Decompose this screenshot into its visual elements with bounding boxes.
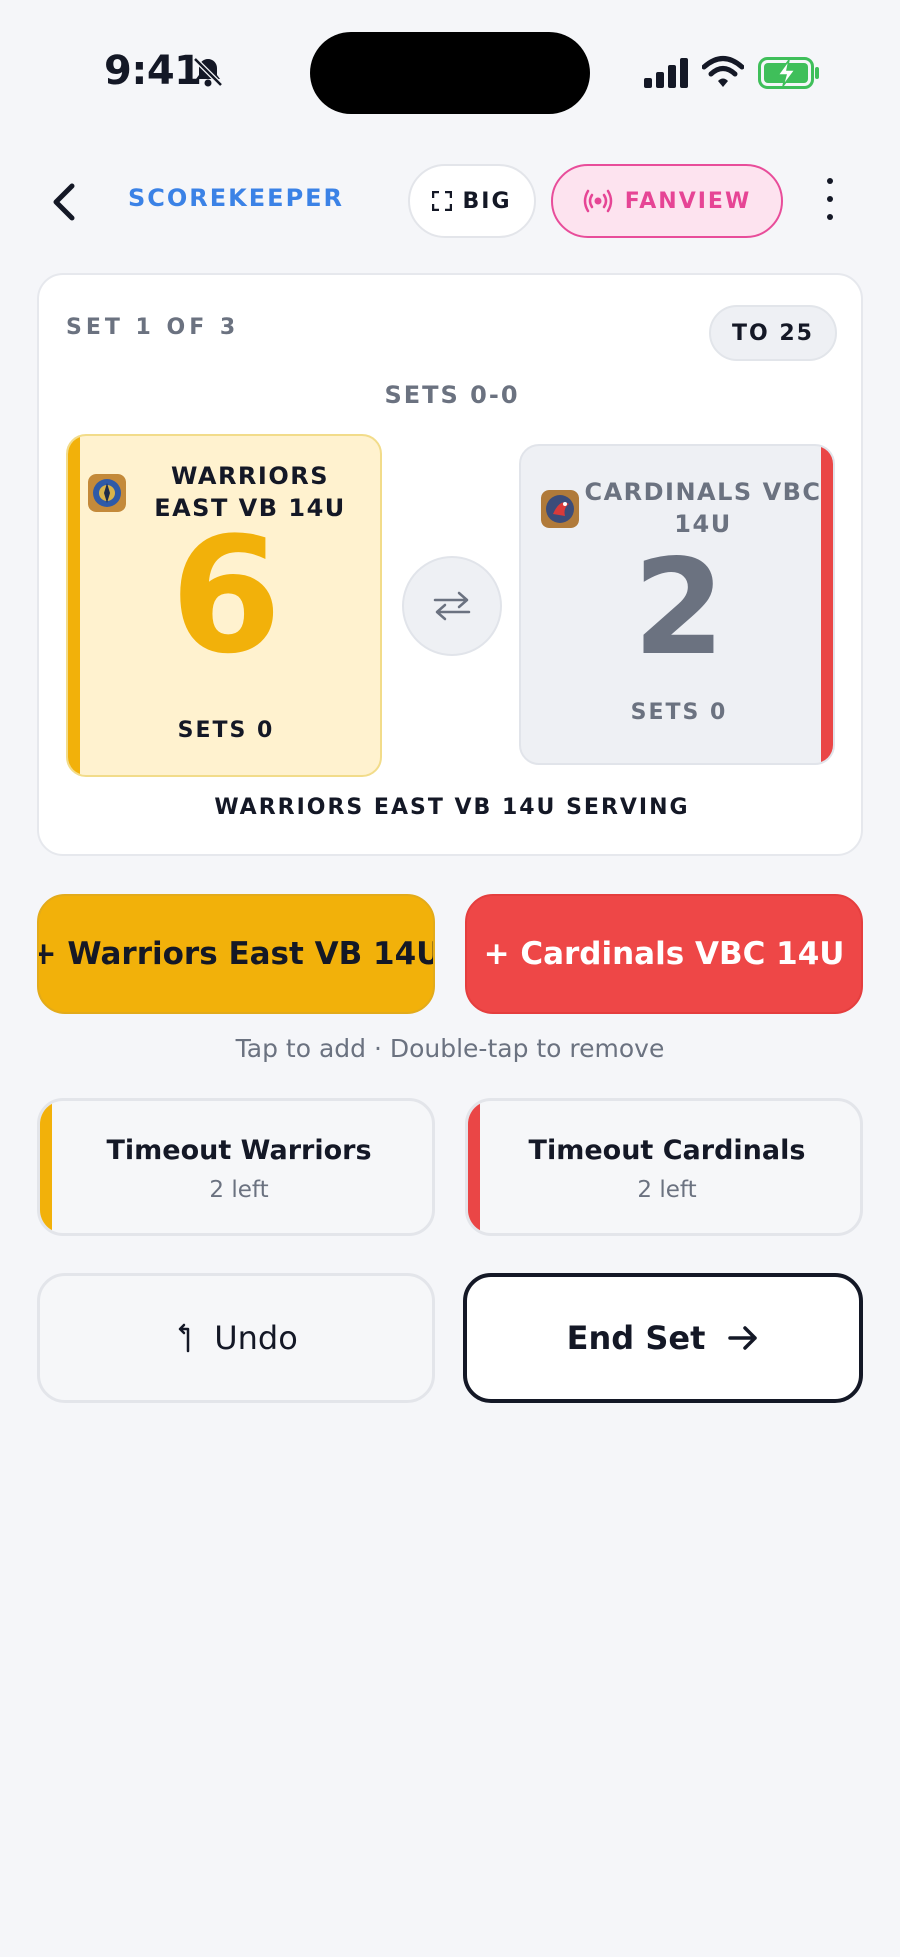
swap-sides-button[interactable] [402, 556, 502, 656]
sets-summary: SETS 0-0 [384, 381, 520, 409]
team-b-logo [541, 490, 579, 528]
undo-arrow-icon [178, 1323, 190, 1353]
chevron-left-icon [53, 183, 75, 221]
team-b-color-stripe [468, 1101, 480, 1233]
timeout-team-a-title: Timeout Warriors [106, 1135, 372, 1166]
swap-arrows-icon [433, 591, 471, 621]
arrow-right-icon [728, 1326, 758, 1350]
big-view-label: BIG [462, 188, 512, 214]
end-set-button[interactable]: End Set [463, 1273, 863, 1403]
wifi-icon [702, 56, 744, 87]
team-b-tile: CARDINALS VBC 14U 2 SETS 0 [519, 444, 835, 765]
undo-button[interactable]: Undo [37, 1273, 435, 1403]
timeout-team-a-button[interactable]: Timeout Warriors 2 left [37, 1098, 435, 1236]
fullscreen-icon [432, 191, 453, 211]
fanview-button[interactable]: FANVIEW [551, 164, 783, 238]
serving-indicator: WARRIORS EAST VB 14U SERVING [214, 795, 690, 820]
undo-label: Undo [214, 1319, 298, 1357]
status-bar: 9:41 [0, 0, 900, 140]
target-score-badge[interactable]: TO 25 [709, 305, 837, 361]
timeout-team-b-button[interactable]: Timeout Cardinals 2 left [465, 1098, 863, 1236]
end-set-label: End Set [566, 1319, 706, 1357]
scoring-hint: Tap to add · Double-tap to remove [235, 1034, 665, 1063]
team-a-logo [88, 474, 126, 512]
cellular-signal-icon [644, 58, 688, 88]
timeout-team-b-remaining: 2 left [637, 1177, 697, 1203]
broadcast-icon [583, 189, 613, 213]
team-b-score: 2 [633, 531, 725, 685]
team-a-color-stripe [40, 1101, 52, 1233]
team-a-score: 6 [170, 502, 282, 689]
more-options-button[interactable] [818, 174, 842, 224]
top-nav: SCOREKEEPER BIG FANVIEW [0, 160, 900, 240]
timeout-team-a-remaining: 2 left [209, 1177, 269, 1203]
battery-charging-icon [758, 57, 819, 89]
big-view-button[interactable]: BIG [408, 164, 536, 238]
add-point-team-a-button[interactable]: + Warriors East VB 14U [37, 894, 435, 1014]
dynamic-island [310, 32, 590, 114]
back-button[interactable] [44, 180, 84, 224]
set-indicator: SET 1 OF 3 [66, 315, 240, 340]
scoreboard-card: SET 1 OF 3 TO 25 SETS 0-0 WARRIORS EAST … [37, 273, 863, 856]
team-b-sets: SETS 0 [630, 700, 728, 725]
fanview-label: FANVIEW [624, 188, 752, 214]
more-dot [827, 214, 833, 220]
page-title: SCOREKEEPER [128, 184, 345, 212]
team-a-sets: SETS 0 [177, 718, 275, 743]
more-dot [827, 178, 833, 184]
bell-muted-icon [193, 57, 223, 87]
add-point-team-b-button[interactable]: + Cardinals VBC 14U [465, 894, 863, 1014]
status-time: 9:41 [104, 48, 202, 94]
more-dot [827, 196, 833, 202]
timeout-team-b-title: Timeout Cardinals [528, 1135, 806, 1166]
team-a-tile: WARRIORS EAST VB 14U 6 SETS 0 [66, 434, 382, 777]
